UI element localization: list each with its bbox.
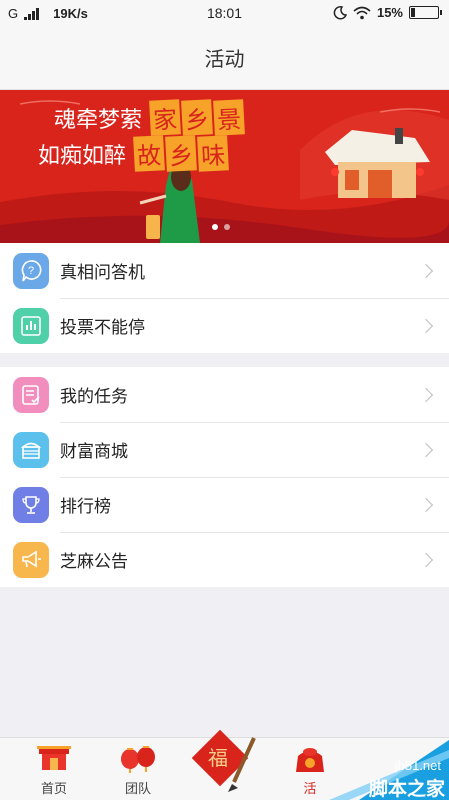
menu-item-wealth-mall[interactable]: 财富商城: [0, 422, 449, 477]
chart-icon: [13, 307, 49, 344]
tab-label: 首页: [40, 782, 67, 797]
carousel-dot-active[interactable]: [212, 224, 218, 230]
chevron-right-icon: [418, 442, 434, 457]
menu-item-leaderboard[interactable]: 排行榜: [0, 477, 449, 532]
menu-item-my-tasks[interactable]: 我的任务: [0, 367, 449, 422]
title-bar: 活动: [0, 28, 449, 90]
svg-text:?: ?: [28, 265, 34, 277]
tab-team[interactable]: 团队: [106, 738, 170, 800]
chevron-right-icon: [418, 552, 434, 567]
team-lantern-icon: [121, 746, 155, 773]
activity-group-1: ? 真相问答机 投票不能停: [0, 243, 449, 353]
carousel-dots: [212, 224, 230, 230]
menu-item-label: 排行榜: [60, 497, 111, 517]
tab-label: 团队: [124, 782, 151, 797]
highlight-char: 家: [149, 99, 181, 136]
battery-percent: 15%: [376, 5, 403, 20]
chevron-right-icon: [418, 263, 434, 278]
banner-line1-prefix: 魂牵梦萦: [54, 107, 143, 133]
menu-item-voting[interactable]: 投票不能停: [0, 298, 449, 353]
megaphone-icon: [13, 541, 49, 578]
chevron-right-icon: [418, 497, 434, 512]
banner-line2-highlight: 故 乡 味: [133, 135, 229, 172]
task-list-icon: [13, 376, 49, 413]
question-icon: ?: [13, 252, 49, 289]
highlight-char: 乡: [181, 99, 213, 136]
menu-item-label: 投票不能停: [60, 318, 145, 338]
moon-icon: [333, 5, 347, 19]
activity-group-2: 我的任务 财富商城 排行榜 芝麻公告: [0, 367, 449, 587]
battery-icon: [409, 6, 442, 19]
banner-line2-prefix: 如痴如醉: [38, 143, 127, 169]
home-temple-icon: [37, 746, 71, 770]
wifi-icon: [353, 6, 371, 19]
status-right: 15%: [333, 5, 442, 20]
menu-item-label: 真相问答机: [60, 263, 145, 283]
highlight-char: 味: [197, 135, 229, 172]
menu-item-announcements[interactable]: 芝麻公告: [0, 532, 449, 587]
banner-headline-1: 魂牵梦萦 家 乡 景: [54, 99, 245, 136]
svg-text:福: 福: [208, 746, 228, 770]
watermark-name: 脚本之家: [368, 778, 445, 800]
watermark: jb51.net 脚本之家: [299, 740, 449, 800]
carousel-dot[interactable]: [224, 224, 230, 230]
watermark-url: jb51.net: [394, 758, 441, 773]
banner-line1-highlight: 家 乡 景: [149, 99, 245, 136]
menu-item-qa-machine[interactable]: ? 真相问答机: [0, 243, 449, 298]
center-feature-button[interactable]: 福: [188, 718, 260, 798]
status-bar: G 19K/s 18:01 15%: [0, 0, 449, 28]
page-title: 活动: [204, 47, 245, 71]
chevron-right-icon: [418, 318, 434, 333]
menu-item-label: 我的任务: [60, 387, 128, 407]
battery-fill: [411, 8, 415, 17]
banner-carousel[interactable]: 魂牵梦萦 家 乡 景 如痴如醉 故 乡 味: [0, 90, 449, 243]
store-icon: [13, 431, 49, 468]
menu-item-label: 财富商城: [60, 442, 128, 462]
tab-home[interactable]: 首页: [22, 738, 86, 800]
highlight-char: 故: [133, 135, 165, 172]
center-brush-icon: 福: [191, 729, 256, 792]
menu-item-label: 芝麻公告: [60, 552, 128, 572]
chevron-right-icon: [418, 387, 434, 402]
highlight-char: 乡: [165, 135, 197, 172]
trophy-icon: [13, 486, 49, 523]
banner-headline-2: 如痴如醉 故 乡 味: [38, 135, 229, 172]
highlight-char: 景: [213, 99, 245, 136]
